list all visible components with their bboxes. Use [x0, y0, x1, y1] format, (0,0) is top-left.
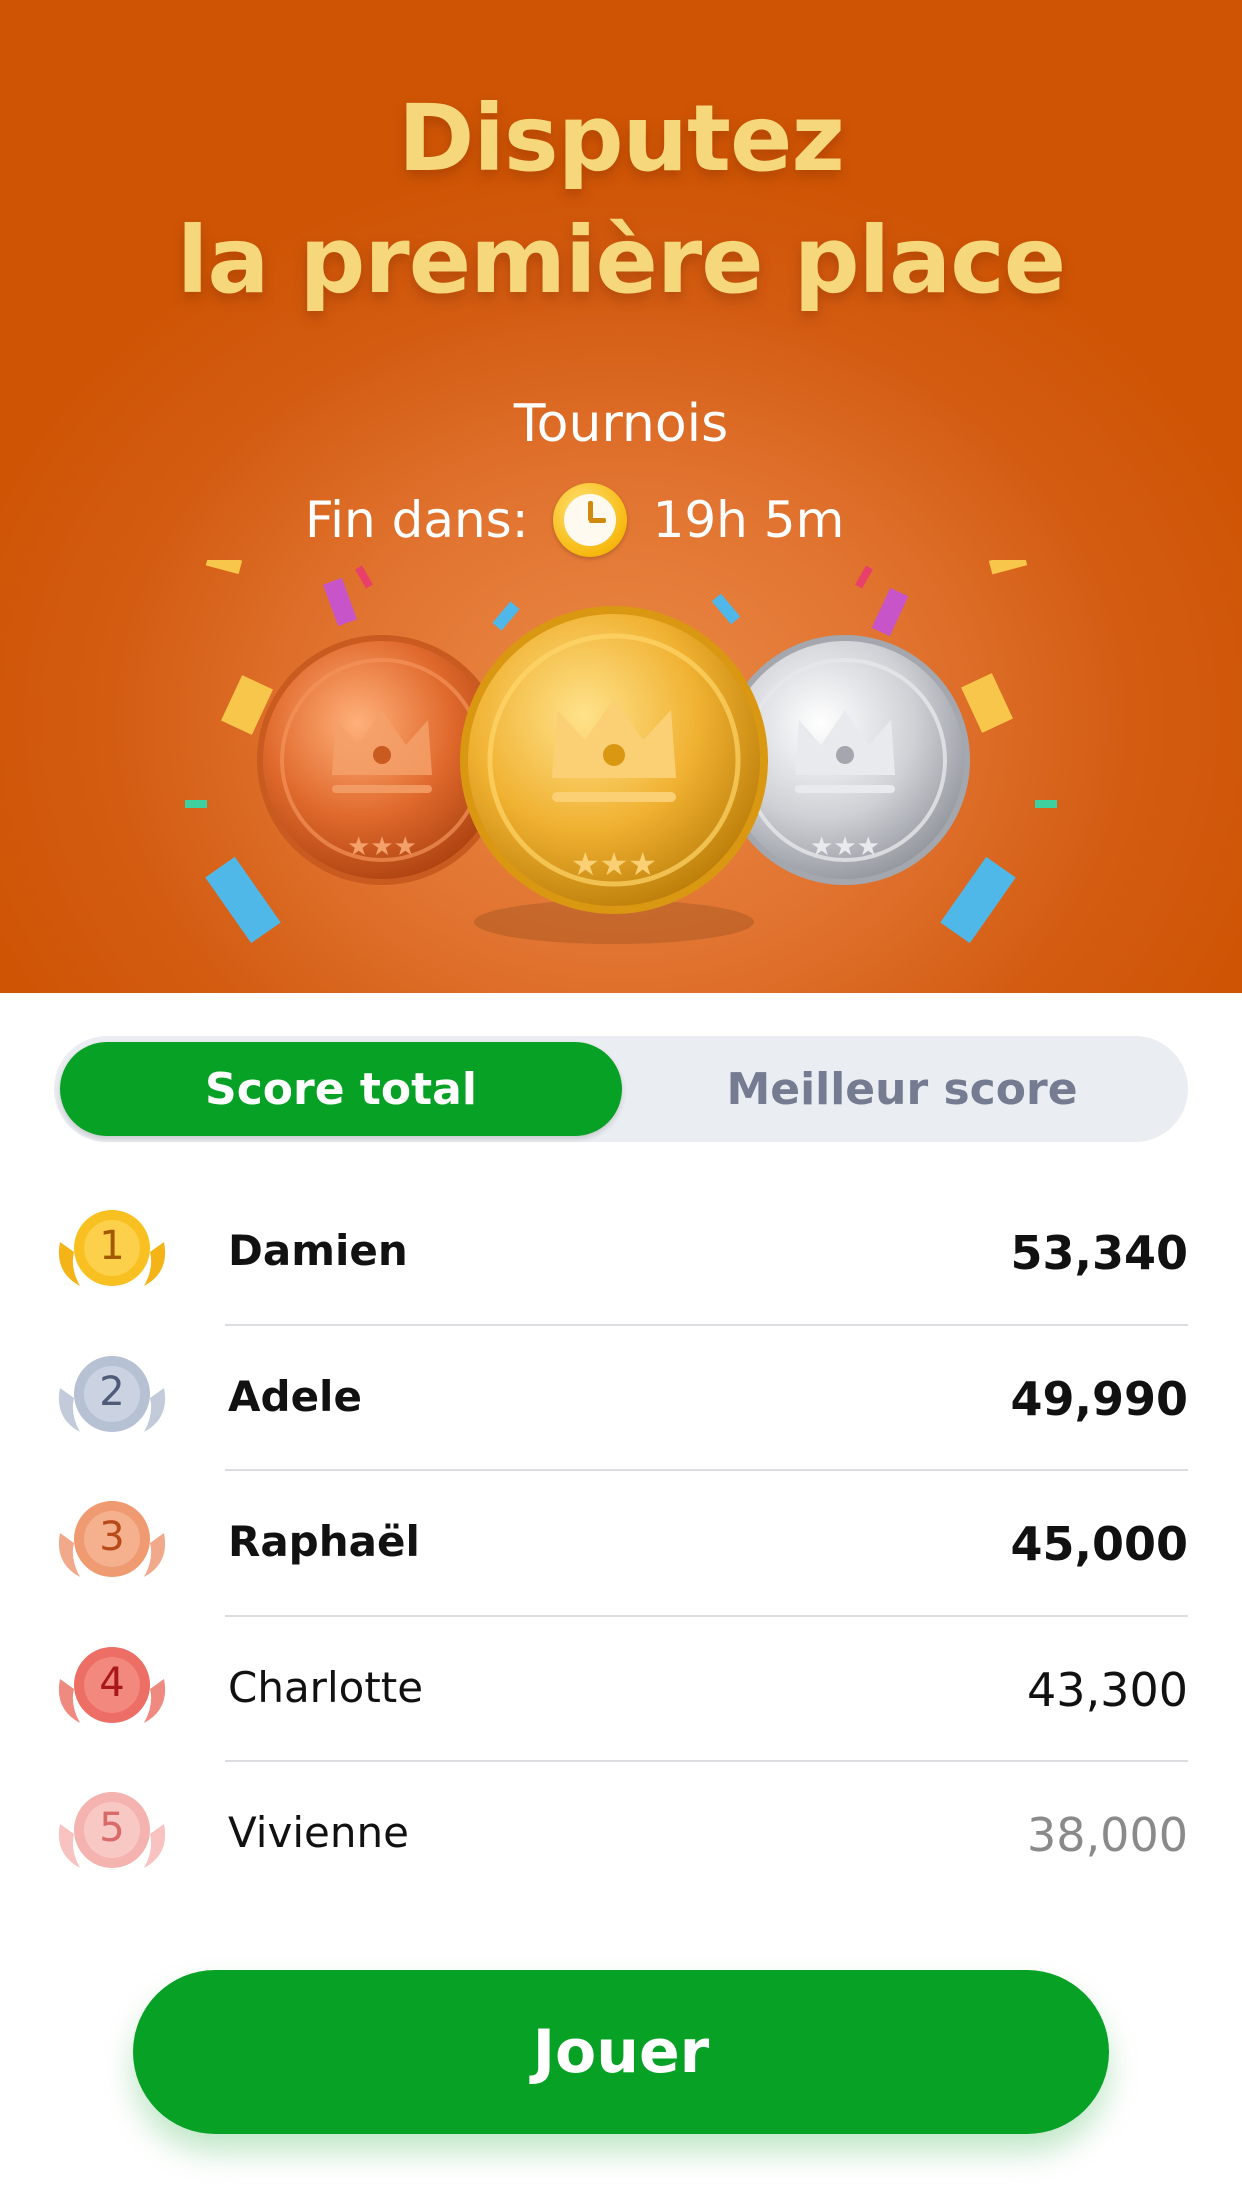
leaderboard-row[interactable]: 4 Charlotte 43,300: [0, 1617, 1242, 1762]
clock-icon: [552, 483, 627, 557]
player-score: 45,000: [1010, 1517, 1188, 1571]
tab-score-total[interactable]: Score total: [60, 1042, 622, 1136]
hero-title-line1: Disputez: [398, 85, 845, 192]
svg-text:★★★: ★★★: [571, 845, 657, 883]
hero-title-line2: la première place: [176, 207, 1066, 314]
svg-text:★★★: ★★★: [810, 832, 880, 862]
bronze-rank-badge-icon: 3: [50, 1493, 174, 1597]
medals-illustration: ★★★ ★★★ ★★★: [0, 560, 1242, 980]
silver-rank-badge-icon: 2: [50, 1348, 174, 1452]
player-score: 38,000: [1027, 1808, 1188, 1862]
rank-number: 1: [99, 1223, 125, 1269]
rank-number: 5: [99, 1805, 125, 1851]
rank-number: 4: [99, 1659, 125, 1706]
timer-value: 19h 5m: [652, 491, 845, 549]
play-button[interactable]: Jouer: [133, 1970, 1109, 2134]
player-name: Raphaël: [228, 1517, 420, 1566]
leaderboard-row[interactable]: 3 Raphaël 45,000: [0, 1471, 1242, 1617]
leaderboard-row[interactable]: 1 Damien 53,340: [0, 1180, 1242, 1326]
pink-rank-badge-icon: 5: [50, 1784, 174, 1888]
red-rank-badge-icon: 4: [50, 1639, 174, 1743]
tournament-label: Tournois: [513, 394, 729, 454]
player-score: 49,990: [1010, 1371, 1188, 1426]
hero-banner: Disputez la première place Tournois Fin …: [0, 0, 1242, 993]
timer-label: Fin dans:: [305, 491, 529, 549]
player-score: 53,340: [1010, 1226, 1188, 1280]
rank-number: 2: [99, 1368, 125, 1415]
hero-title: Disputez la première place: [0, 78, 1242, 322]
leaderboard-row[interactable]: 5 Vivienne 38,000: [0, 1762, 1242, 1908]
tab-best-score[interactable]: Meilleur score: [622, 1042, 1182, 1136]
player-name: Charlotte: [228, 1662, 424, 1712]
countdown-timer: Fin dans: 19h 5m: [305, 480, 844, 560]
player-name: Damien: [228, 1226, 408, 1275]
score-tabs: Score total Meilleur score: [54, 1036, 1188, 1142]
rank-number: 3: [99, 1514, 125, 1560]
leaderboard-list: 1 Damien 53,340 2 Adele 49,990 3 Raphaël…: [0, 1180, 1242, 1908]
gold-rank-badge-icon: 1: [50, 1202, 174, 1306]
player-score: 43,300: [1027, 1662, 1188, 1717]
player-name: Vivienne: [228, 1808, 409, 1857]
leaderboard-row[interactable]: 2 Adele 49,990: [0, 1326, 1242, 1471]
svg-text:★★★: ★★★: [347, 832, 417, 862]
gold-medal-icon: ★★★: [460, 606, 768, 944]
player-name: Adele: [228, 1371, 362, 1421]
